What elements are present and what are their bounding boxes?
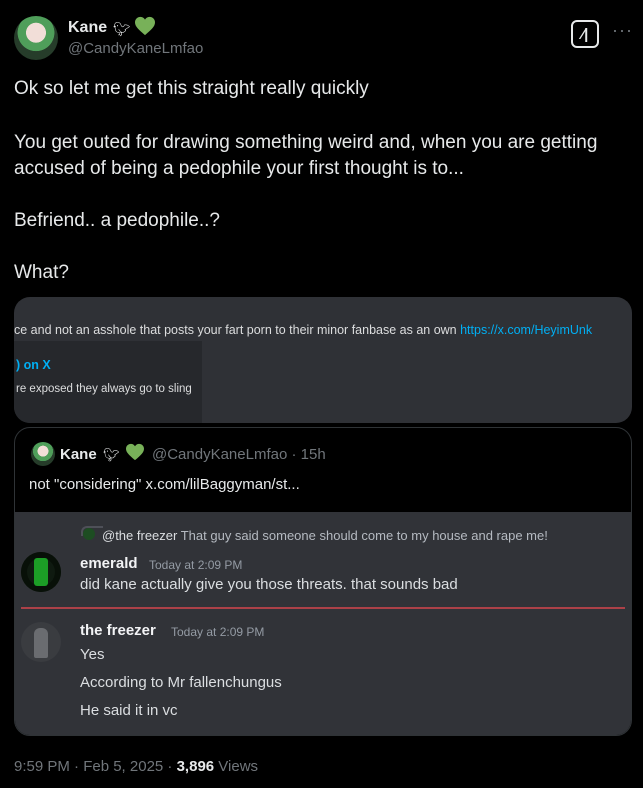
post-line: Ok so let me get this straight really qu… — [14, 78, 369, 99]
author-avatar[interactable] — [14, 16, 58, 60]
message-text: He said it in vc — [80, 702, 178, 719]
post-line: You get outed for drawing something weir… — [14, 132, 598, 153]
author-handle[interactable]: @CandyKaneLmfao — [68, 40, 203, 57]
quoted-author-name: Kane — [60, 446, 97, 463]
new-messages-divider — [21, 607, 625, 609]
reply-text: That guy said someone should come to my … — [180, 528, 548, 543]
message-timestamp: Today at 2:09 PM — [149, 558, 243, 572]
embed-description: re exposed they always go to sling — [16, 383, 192, 395]
quoted-text: not "considering" x.com/lilBaggyman/st..… — [29, 476, 300, 493]
avatar — [21, 552, 61, 592]
more-options-icon[interactable]: ··· — [612, 20, 633, 41]
green-heart-icon — [126, 443, 144, 461]
bird-icon: 🐦︎ — [103, 447, 120, 462]
reply-preview: @the freezer That guy said someone shoul… — [102, 528, 548, 543]
views-label: Views — [214, 758, 259, 775]
post-line: accused of being a pedophile your first … — [14, 158, 464, 179]
reply-avatar — [83, 528, 95, 540]
green-heart-icon — [135, 16, 155, 36]
reply-user: @the freezer — [102, 528, 178, 543]
message-username: the freezer — [80, 622, 156, 639]
post-timestamp[interactable]: 9:59 PM · Feb 5, 2025 · — [14, 758, 177, 775]
post-metadata: 9:59 PM · Feb 5, 2025 · 3,896 Views — [14, 758, 258, 775]
attached-image[interactable]: ce and not an asshole that posts your fa… — [14, 297, 632, 423]
link-embed — [14, 341, 202, 423]
message-timestamp: Today at 2:09 PM — [171, 625, 265, 639]
quoted-handle-time: @CandyKaneLmfao · 15h — [152, 446, 326, 463]
embed-title: ) on X — [16, 358, 51, 372]
author-name[interactable]: Kane — [68, 19, 107, 37]
message-text: According to Mr fallenchungus — [80, 674, 282, 691]
quoted-post[interactable]: Kane 🐦︎ @CandyKaneLmfao · 15h not "consi… — [14, 427, 632, 736]
message-username: emerald — [80, 555, 138, 572]
image-message: ce and not an asshole that posts your fa… — [14, 323, 593, 337]
image-message-link: https://x.com/HeyimUnk — [460, 323, 593, 337]
grok-icon[interactable]: ∕| — [571, 20, 599, 48]
views-count: 3,896 — [176, 758, 215, 775]
quoted-avatar — [31, 442, 55, 466]
bird-icon: 🐦︎ — [113, 21, 131, 37]
quoted-image: @the freezer That guy said someone shoul… — [15, 512, 631, 735]
message-text: Yes — [80, 646, 105, 663]
post-line: Befriend.. a pedophile..? — [14, 210, 220, 231]
post-line: What? — [14, 262, 69, 283]
message-text: did kane actually give you those threats… — [80, 576, 458, 593]
avatar — [21, 622, 61, 662]
